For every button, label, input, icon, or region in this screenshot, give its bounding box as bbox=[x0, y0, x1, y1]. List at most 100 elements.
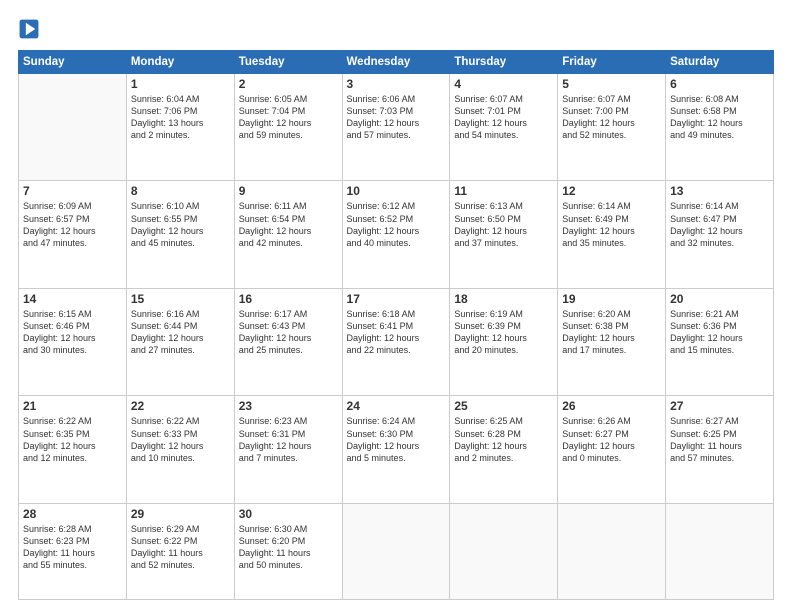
day-number: 30 bbox=[239, 507, 338, 521]
calendar-cell: 19 Sunrise: 6:20 AM Sunset: 6:38 PM Dayli… bbox=[558, 288, 666, 395]
calendar-cell: 14 Sunrise: 6:15 AM Sunset: 6:46 PM Dayli… bbox=[19, 288, 127, 395]
weekday-header-monday: Monday bbox=[126, 51, 234, 74]
calendar-cell: 28 Sunrise: 6:28 AM Sunset: 6:23 PM Dayli… bbox=[19, 503, 127, 599]
day-info: Sunrise: 6:25 AM Sunset: 6:28 PM Dayligh… bbox=[454, 415, 553, 464]
day-info: Sunrise: 6:27 AM Sunset: 6:25 PM Dayligh… bbox=[670, 415, 769, 464]
day-number: 6 bbox=[670, 77, 769, 91]
day-info: Sunrise: 6:21 AM Sunset: 6:36 PM Dayligh… bbox=[670, 308, 769, 357]
calendar-cell: 29 Sunrise: 6:29 AM Sunset: 6:22 PM Dayli… bbox=[126, 503, 234, 599]
day-number: 3 bbox=[347, 77, 446, 91]
day-info: Sunrise: 6:20 AM Sunset: 6:38 PM Dayligh… bbox=[562, 308, 661, 357]
day-info: Sunrise: 6:05 AM Sunset: 7:04 PM Dayligh… bbox=[239, 93, 338, 142]
day-number: 5 bbox=[562, 77, 661, 91]
calendar-cell: 13 Sunrise: 6:14 AM Sunset: 6:47 PM Dayli… bbox=[666, 181, 774, 288]
day-number: 29 bbox=[131, 507, 230, 521]
calendar-cell bbox=[558, 503, 666, 599]
day-info: Sunrise: 6:09 AM Sunset: 6:57 PM Dayligh… bbox=[23, 200, 122, 249]
page: SundayMondayTuesdayWednesdayThursdayFrid… bbox=[0, 0, 792, 612]
day-info: Sunrise: 6:07 AM Sunset: 7:00 PM Dayligh… bbox=[562, 93, 661, 142]
weekday-header-friday: Friday bbox=[558, 51, 666, 74]
day-info: Sunrise: 6:10 AM Sunset: 6:55 PM Dayligh… bbox=[131, 200, 230, 249]
weekday-header-row: SundayMondayTuesdayWednesdayThursdayFrid… bbox=[19, 51, 774, 74]
calendar-cell: 27Sunrise: 6:27 AM Sunset: 6:25 PM Dayli… bbox=[666, 396, 774, 503]
day-info: Sunrise: 6:22 AM Sunset: 6:33 PM Dayligh… bbox=[131, 415, 230, 464]
day-info: Sunrise: 6:17 AM Sunset: 6:43 PM Dayligh… bbox=[239, 308, 338, 357]
calendar-cell bbox=[342, 503, 450, 599]
calendar-cell: 5 Sunrise: 6:07 AM Sunset: 7:00 PM Daylig… bbox=[558, 74, 666, 181]
day-number: 20 bbox=[670, 292, 769, 306]
calendar-week-row-5: 28 Sunrise: 6:28 AM Sunset: 6:23 PM Dayli… bbox=[19, 503, 774, 599]
day-number: 1 bbox=[131, 77, 230, 91]
calendar-cell: 2 Sunrise: 6:05 AM Sunset: 7:04 PM Daylig… bbox=[234, 74, 342, 181]
day-number: 21 bbox=[23, 399, 122, 413]
calendar-cell: 25 Sunrise: 6:25 AM Sunset: 6:28 PM Dayli… bbox=[450, 396, 558, 503]
day-info: Sunrise: 6:24 AM Sunset: 6:30 PM Dayligh… bbox=[347, 415, 446, 464]
day-number: 23 bbox=[239, 399, 338, 413]
day-info: Sunrise: 6:13 AM Sunset: 6:50 PM Dayligh… bbox=[454, 200, 553, 249]
day-number: 4 bbox=[454, 77, 553, 91]
weekday-header-sunday: Sunday bbox=[19, 51, 127, 74]
calendar-cell: 8 Sunrise: 6:10 AM Sunset: 6:55 PM Daylig… bbox=[126, 181, 234, 288]
calendar-week-row-2: 7 Sunrise: 6:09 AM Sunset: 6:57 PM Daylig… bbox=[19, 181, 774, 288]
day-info: Sunrise: 6:22 AM Sunset: 6:35 PM Dayligh… bbox=[23, 415, 122, 464]
calendar-cell: 26Sunrise: 6:26 AM Sunset: 6:27 PM Dayli… bbox=[558, 396, 666, 503]
calendar-cell: 23 Sunrise: 6:23 AM Sunset: 6:31 PM Dayli… bbox=[234, 396, 342, 503]
calendar-cell bbox=[666, 503, 774, 599]
calendar-cell: 12 Sunrise: 6:14 AM Sunset: 6:49 PM Dayli… bbox=[558, 181, 666, 288]
weekday-header-wednesday: Wednesday bbox=[342, 51, 450, 74]
calendar-cell bbox=[19, 74, 127, 181]
day-info: Sunrise: 6:16 AM Sunset: 6:44 PM Dayligh… bbox=[131, 308, 230, 357]
day-number: 8 bbox=[131, 184, 230, 198]
day-number: 14 bbox=[23, 292, 122, 306]
day-info: Sunrise: 6:19 AM Sunset: 6:39 PM Dayligh… bbox=[454, 308, 553, 357]
day-number: 12 bbox=[562, 184, 661, 198]
logo bbox=[18, 18, 44, 40]
day-info: Sunrise: 6:14 AM Sunset: 6:49 PM Dayligh… bbox=[562, 200, 661, 249]
day-number: 17 bbox=[347, 292, 446, 306]
day-info: Sunrise: 6:06 AM Sunset: 7:03 PM Dayligh… bbox=[347, 93, 446, 142]
day-info: Sunrise: 6:14 AM Sunset: 6:47 PM Dayligh… bbox=[670, 200, 769, 249]
day-number: 19 bbox=[562, 292, 661, 306]
day-info: Sunrise: 6:12 AM Sunset: 6:52 PM Dayligh… bbox=[347, 200, 446, 249]
weekday-header-saturday: Saturday bbox=[666, 51, 774, 74]
calendar-cell: 24 Sunrise: 6:24 AM Sunset: 6:30 PM Dayli… bbox=[342, 396, 450, 503]
day-info: Sunrise: 6:29 AM Sunset: 6:22 PM Dayligh… bbox=[131, 523, 230, 572]
calendar-week-row-3: 14 Sunrise: 6:15 AM Sunset: 6:46 PM Dayli… bbox=[19, 288, 774, 395]
day-number: 18 bbox=[454, 292, 553, 306]
day-number: 13 bbox=[670, 184, 769, 198]
day-number: 2 bbox=[239, 77, 338, 91]
day-number: 26 bbox=[562, 399, 661, 413]
calendar-cell: 16 Sunrise: 6:17 AM Sunset: 6:43 PM Dayli… bbox=[234, 288, 342, 395]
day-info: Sunrise: 6:30 AM Sunset: 6:20 PM Dayligh… bbox=[239, 523, 338, 572]
calendar-cell: 4 Sunrise: 6:07 AM Sunset: 7:01 PM Daylig… bbox=[450, 74, 558, 181]
day-info: Sunrise: 6:28 AM Sunset: 6:23 PM Dayligh… bbox=[23, 523, 122, 572]
day-number: 28 bbox=[23, 507, 122, 521]
day-info: Sunrise: 6:07 AM Sunset: 7:01 PM Dayligh… bbox=[454, 93, 553, 142]
calendar-cell: 6 Sunrise: 6:08 AM Sunset: 6:58 PM Daylig… bbox=[666, 74, 774, 181]
calendar-week-row-1: 1 Sunrise: 6:04 AM Sunset: 7:06 PM Daylig… bbox=[19, 74, 774, 181]
day-number: 25 bbox=[454, 399, 553, 413]
calendar-cell: 11 Sunrise: 6:13 AM Sunset: 6:50 PM Dayli… bbox=[450, 181, 558, 288]
day-info: Sunrise: 6:08 AM Sunset: 6:58 PM Dayligh… bbox=[670, 93, 769, 142]
calendar-cell: 18 Sunrise: 6:19 AM Sunset: 6:39 PM Dayli… bbox=[450, 288, 558, 395]
calendar-cell: 15Sunrise: 6:16 AM Sunset: 6:44 PM Dayli… bbox=[126, 288, 234, 395]
day-number: 7 bbox=[23, 184, 122, 198]
day-number: 24 bbox=[347, 399, 446, 413]
day-number: 9 bbox=[239, 184, 338, 198]
day-number: 22 bbox=[131, 399, 230, 413]
calendar-cell: 1 Sunrise: 6:04 AM Sunset: 7:06 PM Daylig… bbox=[126, 74, 234, 181]
logo-icon bbox=[18, 18, 40, 40]
calendar-cell bbox=[450, 503, 558, 599]
weekday-header-thursday: Thursday bbox=[450, 51, 558, 74]
day-info: Sunrise: 6:04 AM Sunset: 7:06 PM Dayligh… bbox=[131, 93, 230, 142]
calendar-cell: 22 Sunrise: 6:22 AM Sunset: 6:33 PM Dayli… bbox=[126, 396, 234, 503]
day-info: Sunrise: 6:15 AM Sunset: 6:46 PM Dayligh… bbox=[23, 308, 122, 357]
day-number: 16 bbox=[239, 292, 338, 306]
calendar-cell: 10Sunrise: 6:12 AM Sunset: 6:52 PM Dayli… bbox=[342, 181, 450, 288]
day-number: 11 bbox=[454, 184, 553, 198]
calendar-table: SundayMondayTuesdayWednesdayThursdayFrid… bbox=[18, 50, 774, 600]
calendar-cell: 7 Sunrise: 6:09 AM Sunset: 6:57 PM Daylig… bbox=[19, 181, 127, 288]
calendar-cell: 17Sunrise: 6:18 AM Sunset: 6:41 PM Dayli… bbox=[342, 288, 450, 395]
day-info: Sunrise: 6:23 AM Sunset: 6:31 PM Dayligh… bbox=[239, 415, 338, 464]
calendar-cell: 3 Sunrise: 6:06 AM Sunset: 7:03 PM Daylig… bbox=[342, 74, 450, 181]
